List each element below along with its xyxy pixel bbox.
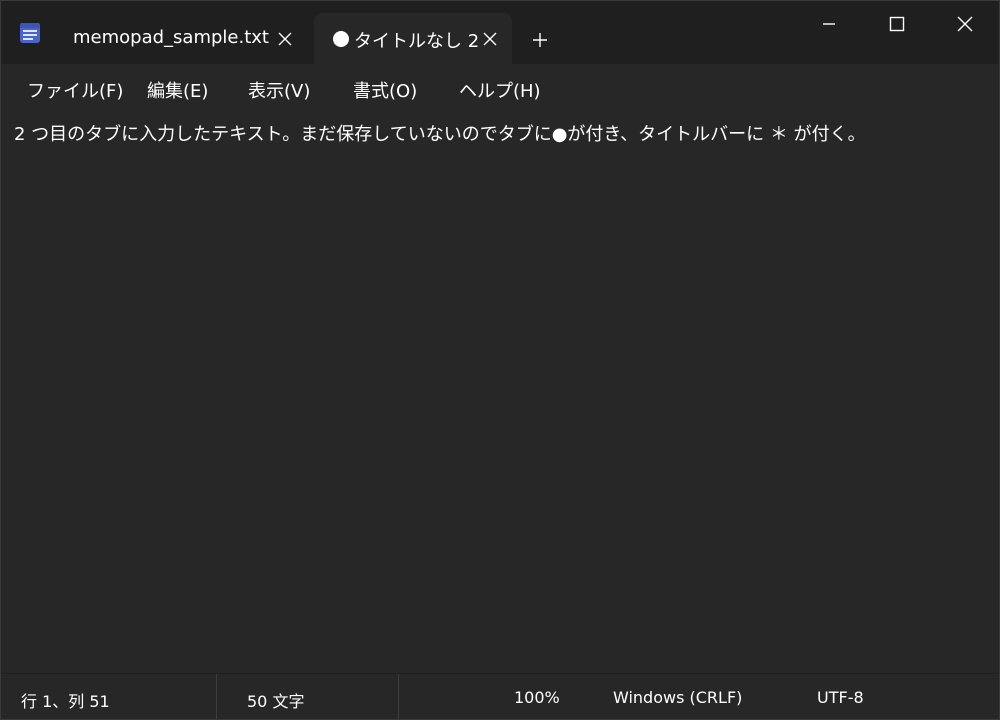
menu-help[interactable]: ヘルプ(H) [459,77,541,103]
maximize-button[interactable] [863,1,931,47]
unsaved-dot-icon [333,31,349,47]
line-ending[interactable]: Windows (CRLF) [613,688,742,707]
title-bar: memopad_sample.txt タイトルなし 2 [1,1,999,64]
tab-label: memopad_sample.txt [73,27,269,48]
text-editor[interactable]: 2 つ目のタブに入力したテキスト。まだ保存していないのでタブに●が付き、タイトル… [1,112,999,672]
close-icon [957,16,973,32]
tab-memopad-sample[interactable]: memopad_sample.txt [57,13,311,64]
status-divider [216,674,217,719]
menu-bar: ファイル(F) 編集(E) 表示(V) 書式(O) ヘルプ(H) [1,64,999,112]
close-window-button[interactable] [931,1,999,47]
menu-view[interactable]: 表示(V) [248,77,310,103]
zoom-level[interactable]: 100% [514,688,560,707]
notepad-window: memopad_sample.txt タイトルなし 2 ファイル(F) 編集(E… [0,0,1000,720]
notepad-icon [19,22,41,44]
character-count: 50 文字 [247,692,305,711]
status-divider [398,674,399,719]
menu-edit[interactable]: 編集(E) [147,77,208,103]
maximize-icon [889,16,905,32]
plus-icon[interactable] [529,29,551,51]
tab-untitled-2[interactable]: タイトルなし 2 [314,13,512,64]
minimize-button[interactable] [795,1,863,47]
minimize-icon [823,23,835,25]
encoding[interactable]: UTF-8 [817,688,864,707]
close-icon[interactable] [275,29,295,49]
menu-file[interactable]: ファイル(F) [27,77,123,103]
close-icon[interactable] [480,29,500,49]
cursor-position: 行 1、列 51 [21,692,110,711]
tab-label: タイトルなし 2 [354,31,480,52]
menu-format[interactable]: 書式(O) [353,77,417,103]
editor-content[interactable]: 2 つ目のタブに入力したテキスト。まだ保存していないのでタブに●が付き、タイトル… [14,120,866,146]
status-bar: 行 1、列 51 50 文字 100% Windows (CRLF) UTF-8 [1,673,999,719]
